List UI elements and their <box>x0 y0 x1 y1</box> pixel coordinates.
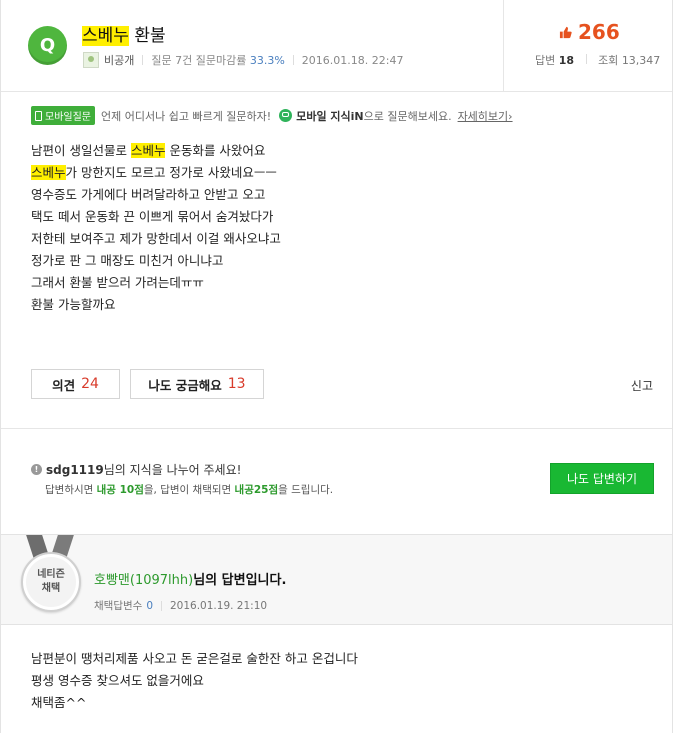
question-title: 스베누 환불 <box>82 21 166 46</box>
divider <box>161 600 162 611</box>
mobile-kin-label: 모바일 지식iN <box>296 109 364 123</box>
mobile-promo: 모바일질문 언제 어디서나 쉽고 빠르게 질문하자! 모바일 지식iN 으로 질문… <box>31 106 513 125</box>
avatar-icon <box>83 52 99 68</box>
highlight: 스베누 <box>130 143 166 158</box>
question-meta: 비공개 질문 7건 질문마감률 33.3% 2016.01.18. 22:47 <box>83 52 403 68</box>
stat-box: 266 답변 18 조회 13,347 <box>503 0 672 91</box>
prompt-text: 님의 지식을 나누어 주세요! <box>103 463 242 477</box>
medal-line1: 네티즌 <box>37 569 65 580</box>
title-rest: 환불 <box>128 26 166 46</box>
report-link[interactable]: 신고 <box>631 377 653 394</box>
opinion-button[interactable]: 의견 24 <box>31 369 120 399</box>
body-line: 환불 가능할까요 <box>31 297 116 312</box>
question-date: 2016.01.18. 22:47 <box>301 53 404 67</box>
answers-label: 답변 <box>535 54 556 67</box>
text: 을 드립니다. <box>278 484 334 496</box>
like-count[interactable]: 266 <box>559 20 620 44</box>
divider <box>292 55 294 65</box>
answerer-name[interactable]: 호빵맨(1097lhh) <box>94 573 193 588</box>
answer-meta: 채택답변수 0 2016.01.19. 21:10 <box>94 598 267 613</box>
body-line: 스베누가 망한지도 모르고 정가로 사왔네요ㅡㅡ <box>31 162 281 184</box>
body-line: 저한테 보여주고 제가 망한데서 이걸 왜사오냐고 <box>31 231 281 246</box>
answer-line: 남편분이 땡처리제품 사오고 돈 굳은걸로 술한잔 하고 온겁니다 <box>31 651 358 666</box>
body-line: 그래서 환불 받으러 가려는데ㅠㅠ <box>31 275 204 290</box>
thumbs-up-icon <box>559 26 572 38</box>
text: 가 망한지도 모르고 정가로 사왔네요ㅡㅡ <box>65 165 277 180</box>
answer-header: 네티즌 채택 호빵맨(1097lhh)님의 답변입니다. 채택답변수 0 2016… <box>1 534 672 625</box>
text: 운동화를 사왔어요 <box>165 143 266 158</box>
mobile-kin-text: 으로 질문해보세요. <box>363 109 452 123</box>
question-stats: 질문 7건 질문마감률 <box>151 54 247 67</box>
body-line: 영수증도 가게에다 버려달라하고 안받고 오고 <box>31 187 266 202</box>
curious-count: 13 <box>227 376 246 392</box>
divider <box>585 54 587 64</box>
medal-face: 네티즌 채택 <box>21 552 81 612</box>
qna-page: Q 스베누 환불 비공개 질문 7건 질문마감률 33.3% 2016.01.1… <box>0 0 673 733</box>
points: 내공 10점 <box>96 484 144 496</box>
divider <box>142 55 144 65</box>
phone-icon <box>35 110 42 121</box>
mobile-tag-label: 모바일질문 <box>45 112 91 123</box>
highlight: 스베누 <box>31 165 66 180</box>
opinion-count: 24 <box>81 376 99 392</box>
answer-reward-info: 답변하시면 내공 10점을, 답변이 채택되면 내공25점을 드립니다. <box>45 482 333 497</box>
section-divider <box>1 428 672 429</box>
adopt-count: 0 <box>146 599 153 612</box>
points: 내공25점 <box>234 484 279 496</box>
answer-view-counts: 답변 18 조회 13,347 <box>535 52 660 68</box>
answerer-title: 호빵맨(1097lhh)님의 답변입니다. <box>94 569 286 588</box>
write-answer-button[interactable]: 나도 답변하기 <box>550 463 654 494</box>
netizen-medal-icon: 네티즌 채택 <box>21 535 81 619</box>
close-rate: 33.3% <box>249 53 285 67</box>
answer-body: 남편분이 땡처리제품 사오고 돈 굳은걸로 술한잔 하고 온겁니다 평생 영수증… <box>31 648 358 714</box>
author-name[interactable]: 비공개 <box>104 52 134 68</box>
opinion-label: 의견 <box>52 377 76 393</box>
title-highlight: 스베누 <box>82 26 129 46</box>
body-line: 정가로 판 그 매장도 미친거 아니냐고 <box>31 253 224 268</box>
answer-prompt: ! sdg1119 님의 지식을 나누어 주세요! <box>31 461 241 478</box>
views-label: 조회 <box>598 54 619 67</box>
question-body: 남편이 생일선물로 스베누 운동화를 사왔어요 스베누가 망한지도 모르고 정가… <box>31 140 281 316</box>
like-number: 266 <box>578 20 620 44</box>
mobile-promo-text: 언제 어디서나 쉽고 빠르게 질문하자! <box>101 109 272 123</box>
body-line: 택도 떼서 운동화 끈 이쁘게 묶어서 숨겨놨다가 <box>31 209 274 224</box>
question-badge: Q <box>28 26 67 65</box>
body-line: 남편이 생일선물로 스베누 운동화를 사왔어요 <box>31 140 281 162</box>
adopt-label: 채택답변수 <box>94 600 143 612</box>
info-icon: ! <box>31 464 42 475</box>
kin-icon <box>279 109 293 122</box>
views-count: 13,347 <box>621 54 661 67</box>
mobile-question-tag: 모바일질문 <box>31 106 95 125</box>
medal-line2: 채택 <box>41 583 61 594</box>
answer-line: 채택좀^^ <box>31 695 87 710</box>
text: 답변하시면 <box>45 484 97 496</box>
answerer-suffix: 님의 답변입니다. <box>193 573 287 588</box>
asker-id: sdg1119 <box>46 462 104 477</box>
answer-date: 2016.01.19. 21:10 <box>170 599 268 612</box>
curious-button[interactable]: 나도 궁금해요 13 <box>130 369 264 399</box>
text: 남편이 생일선물로 <box>31 143 131 158</box>
question-header: Q 스베누 환불 비공개 질문 7건 질문마감률 33.3% 2016.01.1… <box>1 0 672 92</box>
details-link[interactable]: 자세히보기› <box>458 108 513 124</box>
answers-count: 18 <box>558 54 575 67</box>
text: 을, 답변이 채택되면 <box>143 484 235 496</box>
answer-line: 평생 영수증 찾으셔도 없을거에요 <box>31 673 204 688</box>
curious-label: 나도 궁금해요 <box>148 377 222 393</box>
